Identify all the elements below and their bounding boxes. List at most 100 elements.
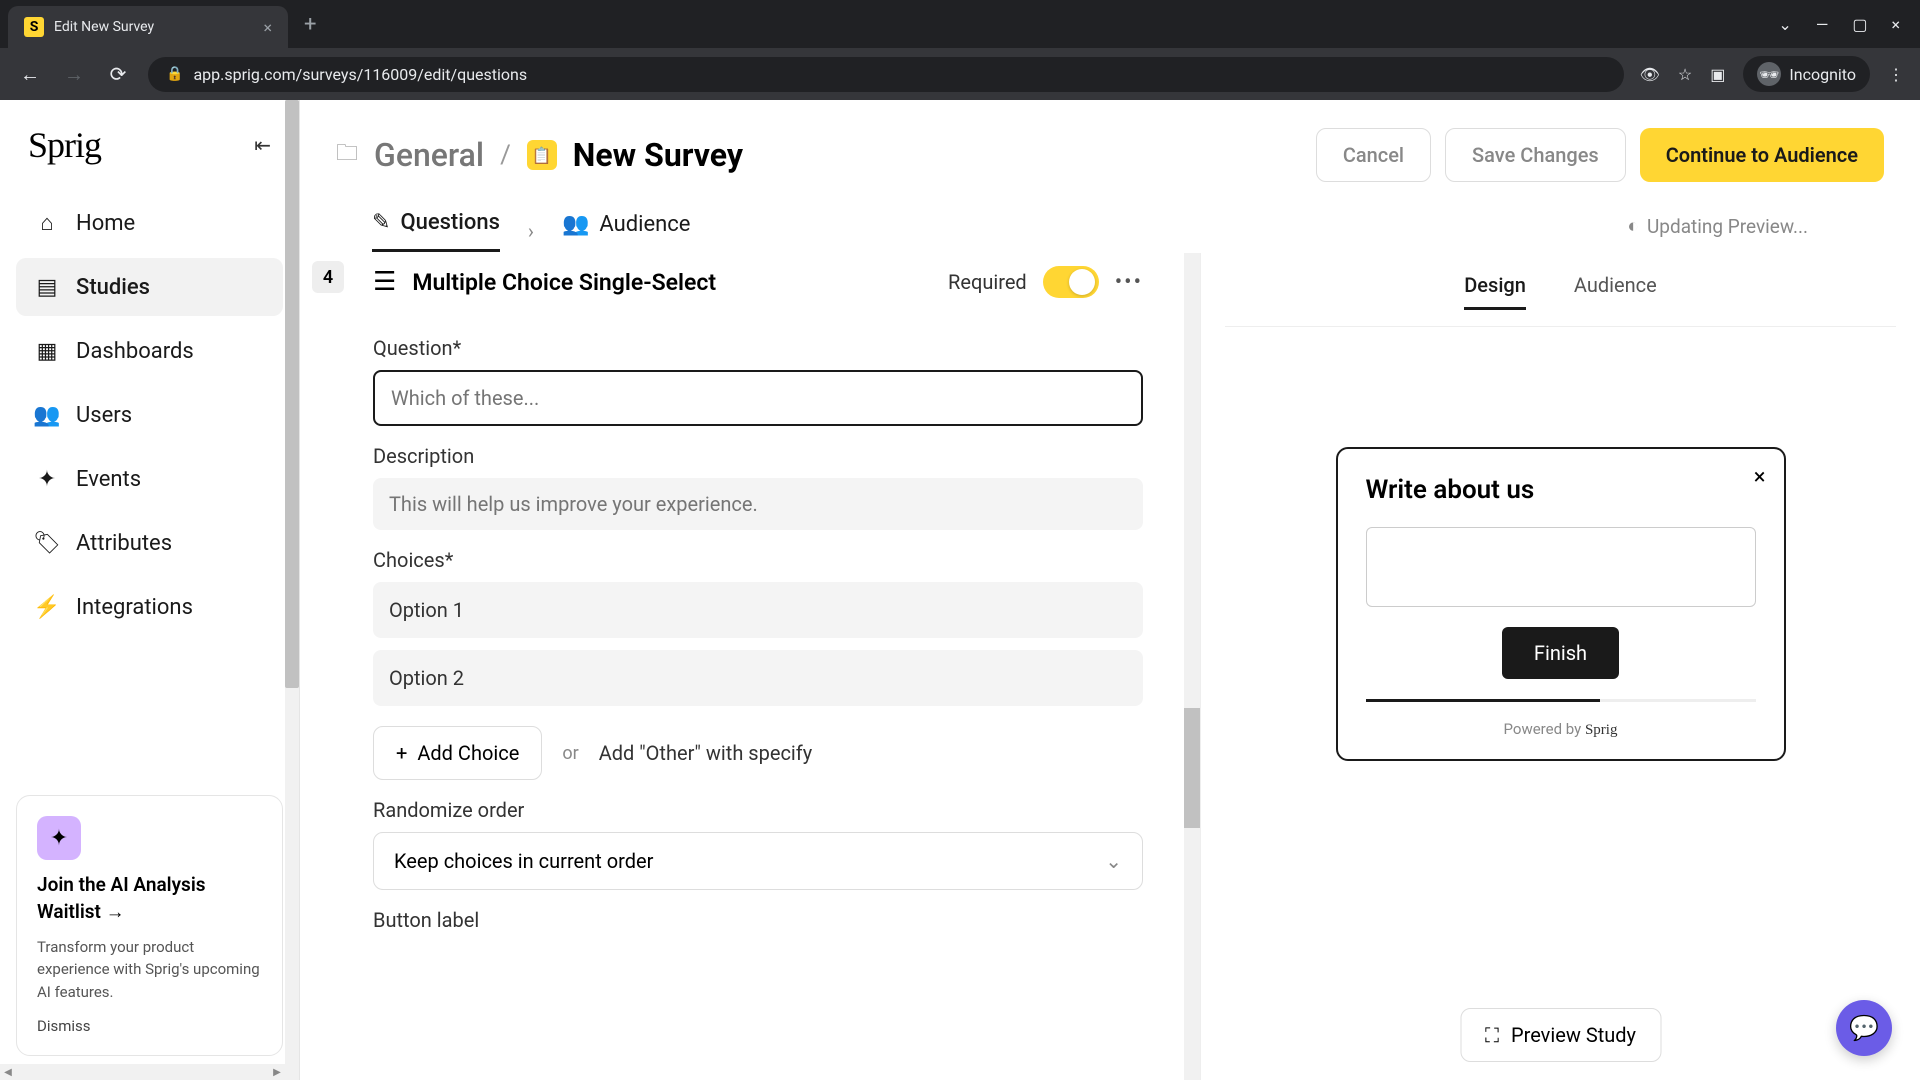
dashboards-icon: ▦ (34, 338, 60, 364)
close-tab-icon[interactable]: × (263, 18, 272, 37)
randomize-select[interactable]: Keep choices in current order ⌄ (373, 832, 1143, 890)
promo-title[interactable]: Join the AI Analysis Waitlist → (37, 872, 262, 925)
widget-footer: Powered by Sprig (1366, 720, 1756, 739)
sidebar-item-attributes[interactable]: 🏷 Attributes (16, 514, 283, 572)
tab-search-icon[interactable]: ⌄ (1778, 15, 1791, 34)
close-window-icon[interactable]: × (1891, 15, 1900, 34)
edit-icon: ✎ (372, 210, 390, 235)
question-number-badge: 4 (312, 261, 344, 293)
logo[interactable]: Sprig (28, 124, 101, 166)
question-input[interactable] (373, 370, 1143, 426)
incognito-label: Incognito (1789, 65, 1856, 84)
breadcrumb-separator: / (500, 140, 511, 170)
add-other-link[interactable]: Add "Other" with specify (599, 741, 813, 765)
forward-button[interactable]: → (60, 62, 88, 87)
url-field[interactable]: 🔒 app.sprig.com/surveys/116009/edit/ques… (148, 57, 1624, 92)
minimize-icon[interactable]: — (1816, 15, 1829, 34)
sidebar-item-label: Attributes (76, 531, 172, 556)
eye-off-icon[interactable]: 👁 (1640, 65, 1660, 84)
sidebar-item-label: Integrations (76, 595, 193, 620)
folder-icon: 🗀 (336, 136, 358, 174)
collapse-sidebar-icon[interactable]: ⇤ (254, 133, 271, 157)
sidebar-item-users[interactable]: 👥 Users (16, 386, 283, 444)
question-type-label: Multiple Choice Single-Select (412, 269, 716, 296)
editor-scrollbar[interactable] (1184, 253, 1200, 1080)
widget-close-icon[interactable]: × (1754, 465, 1766, 490)
tab-audience[interactable]: 👥 Audience (562, 210, 691, 252)
panel-icon[interactable]: ▣ (1710, 65, 1725, 84)
cancel-button[interactable]: Cancel (1316, 128, 1431, 182)
sidebar-item-label: Events (76, 467, 141, 492)
sidebar: Sprig ⇤ ⌂ Home ▤ Studies ▦ Dashboards 👥 … (0, 100, 300, 1080)
chevron-down-icon: ⌄ (1105, 849, 1122, 873)
sidebar-item-events[interactable]: ✦ Events (16, 450, 283, 508)
editor-column: 4 ☰ Multiple Choice Single-Select Requir… (300, 253, 1200, 1080)
preview-tab-design[interactable]: Design (1464, 273, 1526, 310)
randomize-value: Keep choices in current order (394, 849, 653, 873)
bookmark-icon[interactable]: ☆ (1678, 65, 1692, 84)
sidebar-item-studies[interactable]: ▤ Studies (16, 258, 283, 316)
attributes-icon: 🏷 (34, 530, 60, 556)
sidebar-item-home[interactable]: ⌂ Home (16, 194, 283, 252)
required-toggle[interactable] (1043, 266, 1099, 298)
finish-button[interactable]: Finish (1502, 627, 1619, 679)
breadcrumb-folder[interactable]: General (374, 136, 484, 174)
reload-button[interactable]: ⟳ (104, 62, 132, 86)
incognito-icon: 🕶 (1757, 62, 1781, 86)
preview-study-button[interactable]: ⛶ Preview Study (1460, 1008, 1661, 1062)
preview-column: Design Audience × Write about us Finish … (1200, 253, 1920, 1080)
tab-label: Audience (599, 212, 690, 237)
expand-icon: ⛶ (1485, 1023, 1499, 1047)
back-button[interactable]: ← (16, 62, 44, 87)
description-input[interactable] (373, 478, 1143, 530)
home-icon: ⌂ (34, 210, 60, 236)
add-choice-button[interactable]: + Add Choice (373, 726, 542, 780)
chat-fab[interactable]: 💬 (1836, 1000, 1892, 1056)
page-title: New Survey (573, 136, 743, 174)
survey-icon: 📋 (527, 140, 557, 170)
question-type-icon: ☰ (373, 267, 396, 297)
breadcrumb: 🗀 General / 📋 New Survey Cancel Save Cha… (336, 128, 1884, 182)
promo-card: ✦ Join the AI Analysis Waitlist → Transf… (16, 795, 283, 1056)
sidebar-item-integrations[interactable]: ⚡ Integrations (16, 578, 283, 636)
users-icon: 👥 (34, 402, 60, 428)
tab-title: Edit New Survey (54, 19, 253, 35)
audience-icon: 👥 (562, 212, 589, 237)
spinner-icon: ◐ (1628, 214, 1639, 238)
browser-tab[interactable]: S Edit New Survey × (8, 6, 288, 48)
choice-input-1[interactable] (373, 582, 1143, 638)
widget-textarea[interactable] (1366, 527, 1756, 607)
events-icon: ✦ (34, 466, 60, 492)
choice-input-2[interactable] (373, 650, 1143, 706)
continue-to-audience-button[interactable]: Continue to Audience (1640, 128, 1884, 182)
maximize-icon[interactable]: ▢ (1852, 15, 1867, 34)
preview-study-label: Preview Study (1511, 1023, 1636, 1047)
randomize-label: Randomize order (373, 798, 1143, 822)
tab-questions[interactable]: ✎ Questions (372, 210, 500, 252)
chat-icon: 💬 (1849, 1014, 1879, 1042)
promo-dismiss-link[interactable]: Dismiss (37, 1017, 262, 1035)
sidebar-item-dashboards[interactable]: ▦ Dashboards (16, 322, 283, 380)
studies-icon: ▤ (34, 274, 60, 300)
preview-widget: × Write about us Finish Powered by Sprig (1336, 447, 1786, 761)
sparkle-icon: ✦ (37, 816, 81, 860)
more-menu-icon[interactable]: ••• (1115, 270, 1143, 295)
new-tab-button[interactable]: + (304, 12, 316, 37)
kebab-menu-icon[interactable]: ⋮ (1888, 65, 1904, 84)
save-changes-button[interactable]: Save Changes (1445, 128, 1626, 182)
updating-preview-status: ◐ Updating Preview... (1628, 210, 1849, 252)
question-field-label: Question* (373, 336, 1143, 360)
lock-icon: 🔒 (166, 66, 183, 82)
browser-tab-strip: S Edit New Survey × + ⌄ — ▢ × (0, 0, 1920, 48)
powered-by-brand[interactable]: Sprig (1585, 722, 1618, 738)
preview-tab-audience[interactable]: Audience (1574, 273, 1657, 310)
tab-favicon: S (24, 17, 44, 37)
integrations-icon: ⚡ (34, 594, 60, 620)
sidebar-item-label: Users (76, 403, 132, 428)
sidebar-scrollbar[interactable] (285, 100, 299, 1080)
sidebar-h-scrollbar[interactable]: ◀▶ (0, 1064, 285, 1080)
question--card: ☰ Multiple Choice Single-Select Required… (352, 253, 1180, 967)
choices-field-label: Choices* (373, 548, 1143, 572)
sidebar-item-label: Home (76, 211, 135, 236)
required-label: Required (948, 270, 1027, 294)
